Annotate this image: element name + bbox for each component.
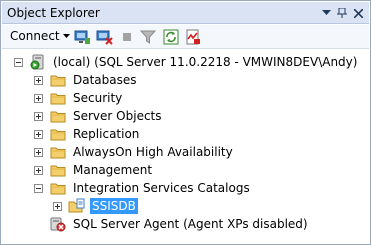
expand-toggle[interactable] [34,75,43,85]
server-objects-label: Server Objects [73,109,162,123]
sql-server-agent-label: SQL Server Agent (Agent XPs disabled) [73,217,308,231]
folder-icon [49,90,67,106]
chevron-down-icon [62,34,70,38]
folder-icon [49,180,67,196]
server-running-icon [29,54,47,70]
refresh-icon [163,29,179,45]
alwayson-label: AlwaysOn High Availability [73,145,233,159]
replication-label: Replication [73,127,140,141]
tree-node-server-objects[interactable]: Server Objects [34,107,164,125]
connect-dropdown-button[interactable]: Connect [10,29,70,43]
tree-node-integration-services-catalogs[interactable]: Integration Services Catalogs [34,179,252,197]
close-button[interactable] [350,5,366,21]
sql-agent-disabled-icon [49,216,67,232]
databases-label: Databases [73,73,137,87]
expand-toggle[interactable] [34,147,43,157]
object-tree: (local) (SQL Server 11.0.2218 - VMWIN8DE… [2,50,369,244]
collapse-toggle[interactable] [14,57,23,67]
stop-icon [123,33,131,41]
server-label: (local) (SQL Server 11.0.2218 - VMWIN8DE… [53,55,358,69]
catalog-icon [68,198,86,214]
folder-icon [49,72,67,88]
pin-icon [337,8,347,18]
folder-icon [49,162,67,178]
tree-node-server[interactable]: (local) (SQL Server 11.0.2218 - VMWIN8DE… [14,53,359,71]
filter-icon [140,30,156,44]
tree-node-management[interactable]: Management [34,161,154,179]
expand-toggle[interactable] [34,93,43,103]
management-label: Management [73,163,153,177]
window-title: Object Explorer [7,6,100,20]
expand-toggle[interactable] [34,165,43,175]
connect-label: Connect [10,29,60,43]
tree-node-ssisdb[interactable]: SSISDB [53,197,138,215]
folder-icon [49,126,67,142]
object-explorer-window: Object Explorer Connect (local) (SQL Ser… [0,0,371,245]
folder-icon [49,108,67,124]
activity-monitor-button[interactable] [184,28,202,46]
expand-toggle[interactable] [34,129,43,139]
security-label: Security [73,91,123,105]
filter-button[interactable] [139,28,157,46]
close-icon [353,8,363,18]
tree-node-alwayson[interactable]: AlwaysOn High Availability [34,143,235,161]
auto-hide-pin-button[interactable] [334,5,350,21]
chevron-down-icon [321,10,331,15]
stop-button[interactable] [118,28,136,46]
integration-services-catalogs-label: Integration Services Catalogs [73,181,250,195]
connect-object-explorer-icon [74,30,90,44]
folder-icon [49,144,67,160]
disconnect-button[interactable] [95,28,113,46]
expand-toggle[interactable] [34,111,43,121]
connect-object-explorer-button[interactable] [73,28,91,46]
expand-toggle[interactable] [53,201,62,211]
tree-node-security[interactable]: Security [34,89,124,107]
window-position-dropdown-button[interactable] [318,5,334,21]
refresh-button[interactable] [162,28,180,46]
tree-node-replication[interactable]: Replication [34,125,141,143]
title-bar: Object Explorer [2,2,369,24]
tree-node-sql-server-agent[interactable]: SQL Server Agent (Agent XPs disabled) [34,215,310,233]
disconnect-icon [96,30,113,45]
collapse-toggle[interactable] [34,183,43,193]
ssisdb-label: SSISDB [90,198,138,214]
toolbar: Connect [2,25,369,49]
activity-monitor-icon [186,29,200,45]
tree-node-databases[interactable]: Databases [34,71,139,89]
